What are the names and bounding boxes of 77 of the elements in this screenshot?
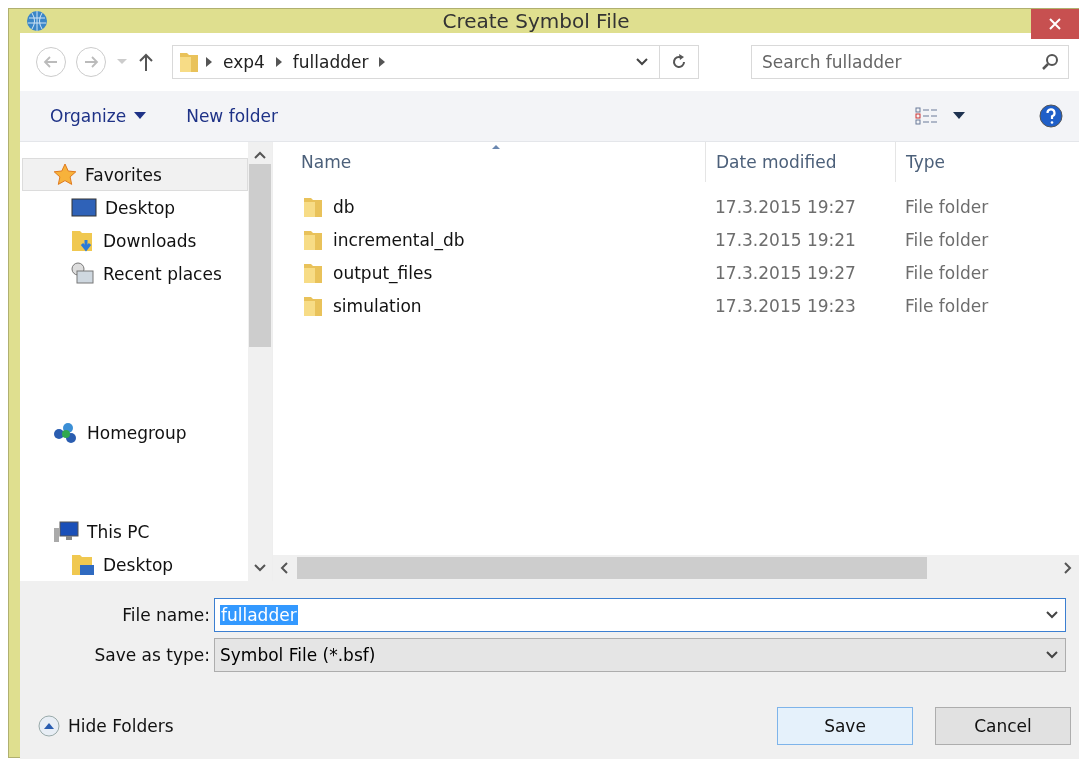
column-header[interactable]: Date modified	[705, 142, 895, 182]
hide-folders-button[interactable]: Hide Folders	[38, 715, 174, 737]
scroll-down-icon[interactable]	[253, 563, 267, 573]
new-folder-button[interactable]: New folder	[186, 106, 278, 126]
desktop-folder-icon	[71, 552, 95, 577]
window-title: Create Symbol File	[441, 9, 631, 33]
details-view-icon	[915, 106, 939, 126]
breadcrumb[interactable]: fulladder	[288, 52, 373, 72]
field-label: Save as type:	[93, 644, 211, 665]
star-icon	[53, 162, 77, 187]
caret-icon	[116, 58, 128, 66]
horizontal-scrollbar[interactable]	[273, 555, 1079, 581]
right-arrow-icon	[83, 54, 99, 70]
vertical-scrollbar[interactable]	[248, 142, 272, 581]
collapse-icon	[38, 715, 60, 737]
folder-icon	[179, 51, 199, 73]
caret-icon	[953, 112, 965, 120]
date-cell-text: 17.3.2015 19:27	[714, 196, 857, 217]
field-label: File name:	[121, 604, 211, 625]
folder-icon	[303, 294, 323, 317]
save-type-dropdown[interactable]: Symbol File (*.bsf)	[214, 637, 1066, 672]
dropdown-icon	[1045, 649, 1059, 660]
date-cell-text: 17.3.2015 19:23	[714, 295, 857, 316]
sidebar-item[interactable]: Recent places	[22, 257, 248, 290]
dialog-button[interactable]: Save	[777, 707, 913, 745]
search-field[interactable]: Search fulladder	[751, 45, 1069, 79]
help-icon	[1039, 104, 1063, 128]
scroll-right-icon[interactable]	[1063, 561, 1073, 575]
type-cell-text: File folder	[904, 262, 990, 283]
view-options-button[interactable]	[915, 106, 965, 126]
app-globe-icon	[25, 9, 49, 33]
breadcrumb[interactable]: exp4	[219, 52, 269, 72]
type-cell-text: File folder	[904, 229, 990, 250]
address-bar[interactable]: exp4 fulladder	[172, 45, 699, 79]
chevron-icon	[378, 57, 387, 67]
sort-icon	[491, 144, 501, 150]
close-button[interactable]	[1031, 9, 1079, 39]
file-name-cell[interactable]: simulation	[273, 294, 705, 317]
folder-icon	[303, 261, 323, 284]
scroll-left-icon[interactable]	[279, 561, 289, 575]
monitor-icon	[71, 197, 97, 218]
close-icon	[1048, 17, 1062, 31]
sidebar-item[interactable]: Downloads	[22, 224, 248, 257]
download-folder-icon	[71, 228, 95, 253]
column-header[interactable]: Name	[273, 142, 705, 182]
folder-icon	[303, 195, 323, 218]
file-name-cell[interactable]: output_files	[273, 261, 705, 284]
sidebar-item[interactable]: Homegroup	[22, 416, 248, 449]
dialog-button[interactable]: Cancel	[935, 707, 1071, 745]
dropdown-icon[interactable]	[635, 57, 649, 67]
left-arrow-icon	[43, 54, 59, 70]
column-header[interactable]: Type	[895, 142, 1079, 182]
date-cell-text: 17.3.2015 19:21	[714, 229, 857, 250]
chevron-icon	[205, 57, 213, 67]
sidebar-item[interactable]: Desktop	[22, 191, 248, 224]
recent-places-icon	[71, 261, 95, 286]
folder-icon	[303, 228, 323, 251]
type-cell-text: File folder	[904, 295, 990, 316]
computer-icon	[53, 519, 79, 544]
search-icon	[1041, 53, 1059, 71]
caret-icon	[134, 112, 147, 120]
organize-button[interactable]: Organize	[50, 106, 147, 126]
chevron-icon	[274, 57, 283, 67]
help-button[interactable]	[1039, 104, 1063, 128]
file-name-cell[interactable]: db	[273, 195, 705, 218]
sidebar-item[interactable]: Desktop	[22, 548, 248, 581]
sidebar-item[interactable]: This PC	[22, 515, 248, 548]
dropdown-icon[interactable]	[1045, 609, 1059, 620]
up-arrow-icon	[138, 52, 154, 72]
refresh-icon[interactable]	[670, 53, 688, 71]
date-cell-text: 17.3.2015 19:27	[714, 262, 857, 283]
up-button[interactable]	[138, 52, 154, 72]
file-name-cell[interactable]: incremental_db	[273, 228, 705, 251]
scroll-up-icon[interactable]	[253, 150, 267, 160]
homegroup-icon	[53, 420, 79, 445]
type-cell-text: File folder	[904, 196, 990, 217]
sidebar-item[interactable]: Favorites	[22, 158, 248, 191]
